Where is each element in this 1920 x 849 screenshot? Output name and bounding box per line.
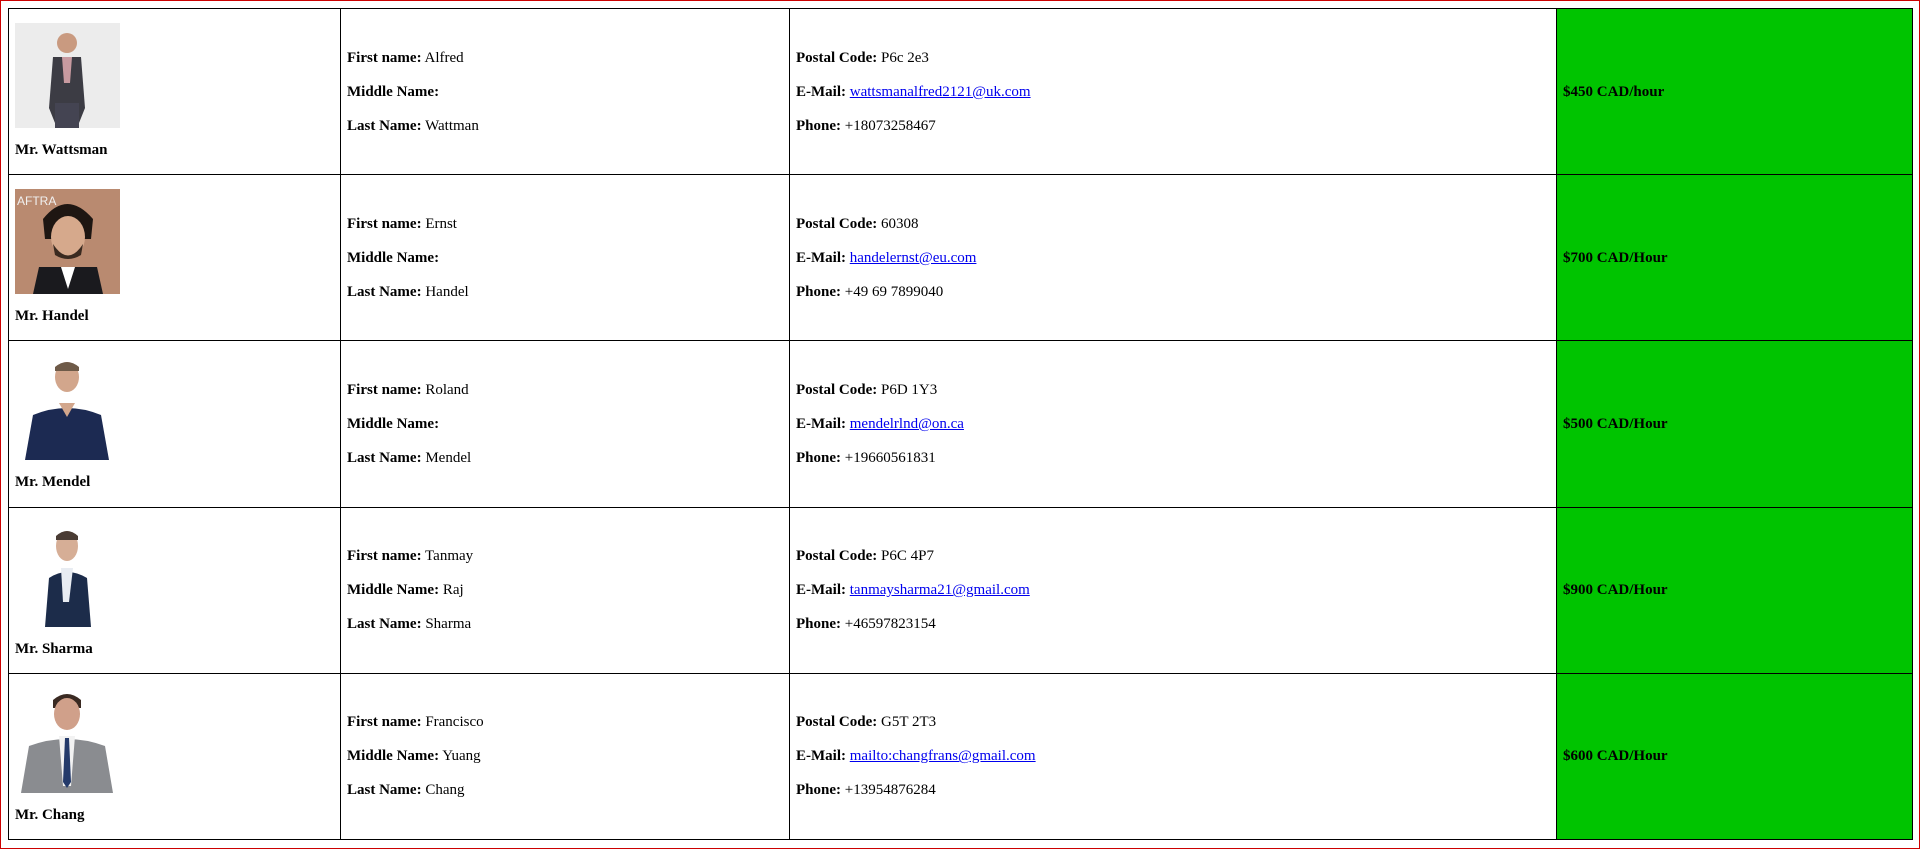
phone-label: Phone: xyxy=(796,449,841,466)
photo-cell: AFTRA Mr. Handel xyxy=(8,174,341,342)
phone-value: +18073258467 xyxy=(844,117,936,134)
phone-label: Phone: xyxy=(796,616,841,633)
middle-name-value: Yuang xyxy=(442,748,481,765)
first-name-label: First name: xyxy=(347,49,422,66)
phone-label: Phone: xyxy=(796,782,841,799)
person-title: Mr. Chang xyxy=(15,806,85,823)
person-title: Mr. Sharma xyxy=(15,640,93,657)
person-title: Mr. Handel xyxy=(15,308,89,325)
email-link[interactable]: mendelrlnd@on.ca xyxy=(850,416,964,432)
name-cell: First name: Tanmay Middle Name: Raj Last… xyxy=(340,506,790,674)
rate-cell: $700 CAD/Hour xyxy=(1556,174,1913,342)
person-photo: AFTRA xyxy=(15,189,120,295)
phone-value: +13954876284 xyxy=(844,782,936,799)
person-title: Mr. Mendel xyxy=(15,474,91,491)
photo-cell: Mr. Chang xyxy=(8,672,341,841)
middle-name-label: Middle Name: xyxy=(347,249,440,266)
name-cell: First name: Alfred Middle Name: Last Nam… xyxy=(340,7,790,176)
first-name-value: Tanmay xyxy=(425,548,474,565)
photo-cell: Mr. Wattsman xyxy=(8,7,341,176)
last-name-label: Last Name: xyxy=(347,616,422,633)
email-link[interactable]: tanmaysharma21@gmail.com xyxy=(850,582,1030,598)
first-name-value: Ernst xyxy=(425,215,457,232)
person-photo xyxy=(15,687,120,793)
person-title: Mr. Wattsman xyxy=(15,142,108,159)
rate-cell: $450 CAD/hour xyxy=(1556,7,1913,176)
last-name-label: Last Name: xyxy=(347,449,422,466)
table-row: Mr. Sharma First name: Tanmay Middle Nam… xyxy=(8,506,1913,674)
first-name-value: Roland xyxy=(425,381,469,398)
last-name-value: Sharma xyxy=(425,616,472,633)
contact-cell: Postal Code: P6c 2e3 E-Mail: wattsmanalf… xyxy=(789,7,1557,176)
phone-value: +49 69 7899040 xyxy=(844,283,944,300)
contact-cell: Postal Code: G5T 2T3 E-Mail: mailto:chan… xyxy=(789,672,1557,841)
name-cell: First name: Ernst Middle Name: Last Name… xyxy=(340,174,790,342)
table-row: Mr. Chang First name: Francisco Middle N… xyxy=(8,672,1913,841)
first-name-label: First name: xyxy=(347,215,422,232)
last-name-value: Handel xyxy=(425,283,469,300)
first-name-label: First name: xyxy=(347,714,422,731)
table-row: AFTRA Mr. Handel First name: Ernst Middl… xyxy=(8,174,1913,342)
photo-cell: Mr. Mendel xyxy=(8,340,341,508)
last-name-value: Chang xyxy=(425,782,465,799)
rate-cell: $600 CAD/Hour xyxy=(1556,672,1913,841)
postal-code-label: Postal Code: xyxy=(796,215,878,232)
postal-code-value: P6c 2e3 xyxy=(881,49,929,66)
postal-code-value: 60308 xyxy=(881,215,919,232)
email-label: E-Mail: xyxy=(796,249,846,266)
name-cell: First name: Francisco Middle Name: Yuang… xyxy=(340,672,790,841)
postal-code-label: Postal Code: xyxy=(796,49,878,66)
phone-label: Phone: xyxy=(796,283,841,300)
postal-code-label: Postal Code: xyxy=(796,548,878,565)
middle-name-label: Middle Name: xyxy=(347,415,440,432)
contact-cell: Postal Code: 60308 E-Mail: handelernst@e… xyxy=(789,174,1557,342)
people-table: Mr. Wattsman First name: Alfred Middle N… xyxy=(8,7,1913,841)
email-label: E-Mail: xyxy=(796,83,846,100)
first-name-label: First name: xyxy=(347,381,422,398)
postal-code-label: Postal Code: xyxy=(796,714,878,731)
phone-value: +19660561831 xyxy=(844,449,936,466)
middle-name-label: Middle Name: xyxy=(347,582,440,599)
phone-value: +46597823154 xyxy=(844,616,936,633)
last-name-label: Last Name: xyxy=(347,782,422,799)
postal-code-value: G5T 2T3 xyxy=(881,714,937,731)
middle-name-label: Middle Name: xyxy=(347,83,440,100)
phone-label: Phone: xyxy=(796,117,841,134)
postal-code-value: P6D 1Y3 xyxy=(881,381,938,398)
person-photo xyxy=(15,355,120,461)
last-name-label: Last Name: xyxy=(347,283,422,300)
email-link[interactable]: wattsmanalfred2121@uk.com xyxy=(850,84,1031,100)
first-name-label: First name: xyxy=(347,548,422,565)
middle-name-value: Raj xyxy=(442,582,464,599)
person-photo xyxy=(15,521,120,627)
svg-text:AFTRA: AFTRA xyxy=(17,194,56,208)
table-row: Mr. Wattsman First name: Alfred Middle N… xyxy=(8,7,1913,176)
first-name-value: Alfred xyxy=(424,49,464,66)
contact-cell: Postal Code: P6C 4P7 E-Mail: tanmaysharm… xyxy=(789,506,1557,674)
email-link[interactable]: mailto:changfrans@gmail.com xyxy=(850,748,1036,764)
contact-cell: Postal Code: P6D 1Y3 E-Mail: mendelrlnd@… xyxy=(789,340,1557,508)
postal-code-label: Postal Code: xyxy=(796,381,878,398)
rate-cell: $900 CAD/Hour xyxy=(1556,506,1913,674)
last-name-value: Mendel xyxy=(425,449,472,466)
person-photo xyxy=(15,23,120,129)
last-name-value: Wattman xyxy=(425,117,479,134)
email-label: E-Mail: xyxy=(796,748,846,765)
photo-cell: Mr. Sharma xyxy=(8,506,341,674)
first-name-value: Francisco xyxy=(425,714,484,731)
email-link[interactable]: handelernst@eu.com xyxy=(850,250,977,266)
email-label: E-Mail: xyxy=(796,415,846,432)
middle-name-label: Middle Name: xyxy=(347,748,440,765)
name-cell: First name: Roland Middle Name: Last Nam… xyxy=(340,340,790,508)
email-label: E-Mail: xyxy=(796,582,846,599)
table-row: Mr. Mendel First name: Roland Middle Nam… xyxy=(8,340,1913,508)
postal-code-value: P6C 4P7 xyxy=(881,548,934,565)
last-name-label: Last Name: xyxy=(347,117,422,134)
rate-cell: $500 CAD/Hour xyxy=(1556,340,1913,508)
